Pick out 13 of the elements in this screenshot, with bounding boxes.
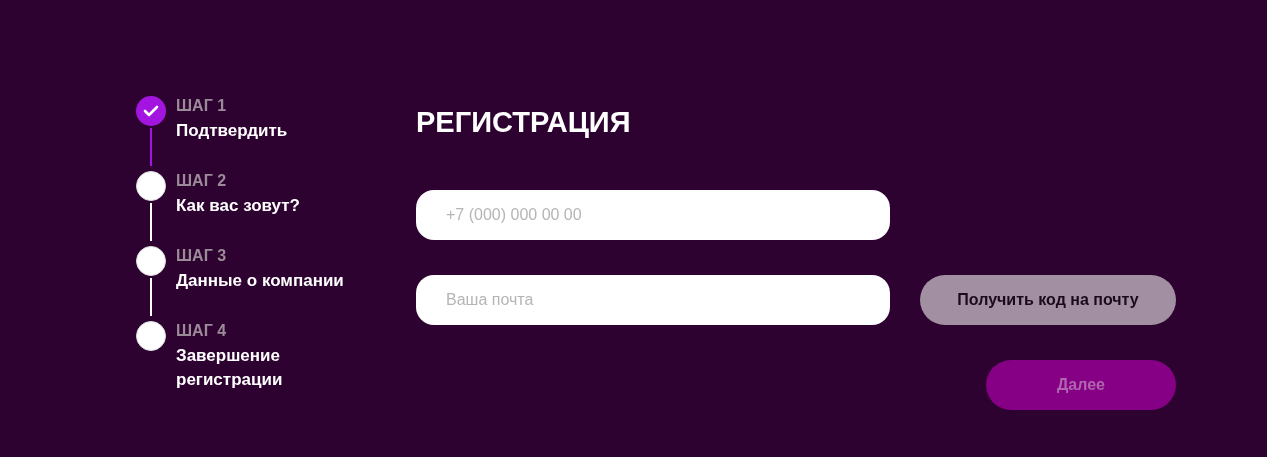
step-title: Подтвердить	[176, 120, 289, 142]
step-number: ШАГ 3	[176, 246, 228, 266]
checkmark-icon	[143, 105, 159, 117]
get-code-button[interactable]: Получить код на почту	[920, 275, 1176, 325]
step-number: ШАГ 4	[176, 321, 228, 341]
step-number: ШАГ 2	[176, 171, 228, 191]
step-title: Как вас зовут?	[176, 195, 301, 217]
step-title: Завершение регистрации	[176, 345, 284, 391]
email-field[interactable]: Ваша почта	[416, 275, 890, 325]
step-title: Данные о компании	[176, 270, 345, 292]
phone-field[interactable]: +7 (000) 000 00 00	[416, 190, 890, 240]
form-title: РЕГИСТРАЦИЯ	[416, 105, 632, 140]
step-number: ШАГ 1	[176, 96, 228, 116]
